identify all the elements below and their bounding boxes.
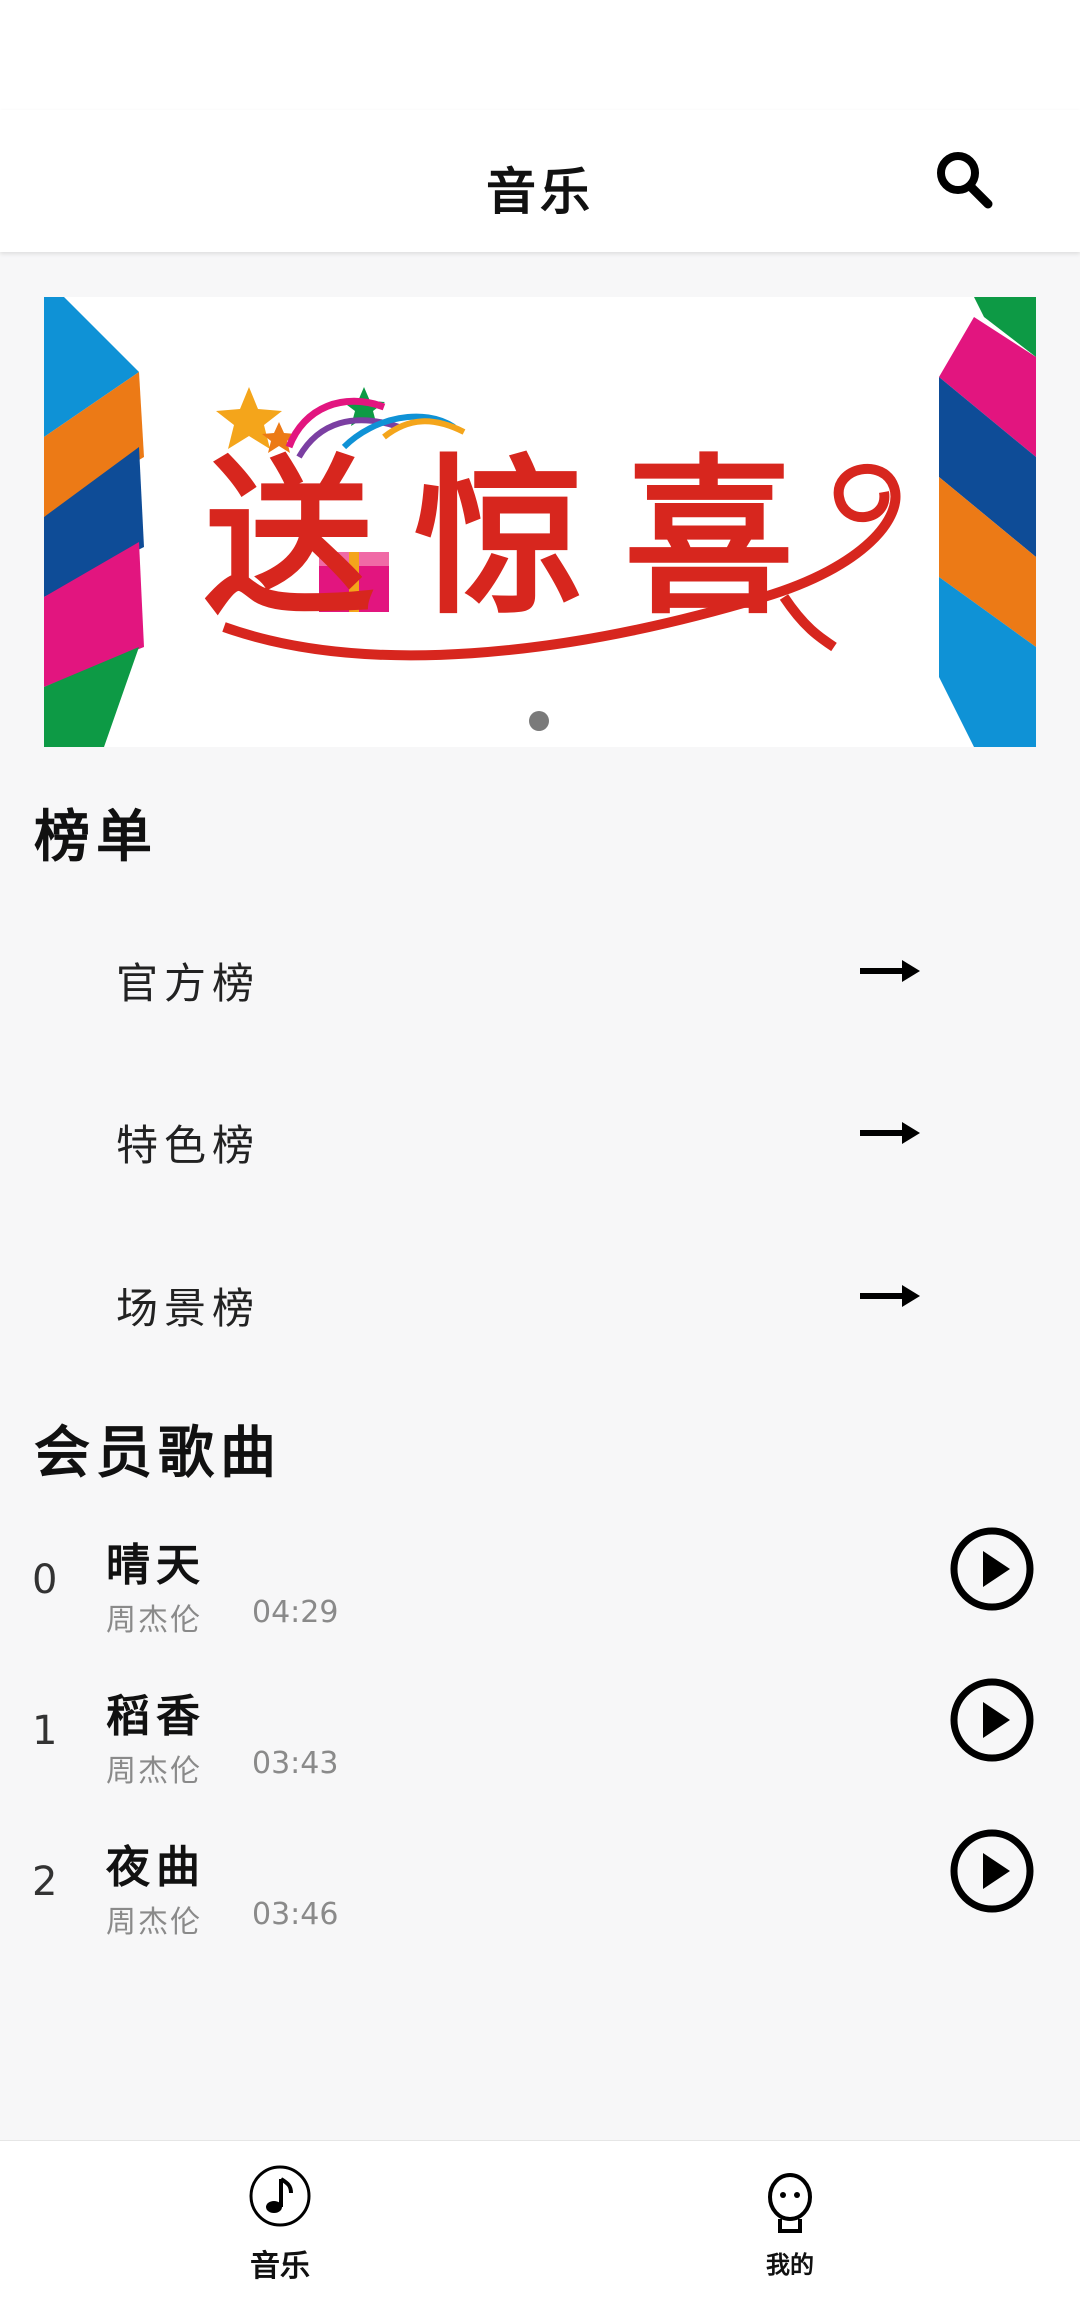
promo-banner[interactable]: 送惊喜 [44, 297, 1036, 747]
banner-image: 送惊喜 [44, 297, 1036, 747]
song-index: 2 [32, 1859, 58, 1905]
rank-label: 场景榜 [116, 1284, 261, 1333]
arrow-right-icon [860, 1122, 920, 1144]
nav-label-profile: 我的 [766, 2251, 814, 2279]
nav-tab-music[interactable]: 音乐 [10, 2141, 550, 2311]
song-row[interactable]: 1 稻香 周杰伦 03:43 [0, 1666, 1080, 1806]
rank-label: 特色榜 [116, 1121, 261, 1170]
play-icon[interactable] [948, 1827, 1036, 1915]
song-index: 1 [32, 1708, 58, 1754]
play-icon[interactable] [948, 1676, 1036, 1764]
page-title: 音乐 [486, 163, 594, 221]
banner-headline: 送惊喜 [204, 438, 834, 638]
rankings-title: 榜单 [34, 805, 158, 870]
status-bar [0, 0, 1080, 110]
song-title: 夜曲 [106, 1842, 206, 1893]
song-artist: 周杰伦 [106, 1905, 202, 1940]
song-row[interactable]: 0 晴天 周杰伦 04:29 [0, 1515, 1080, 1655]
nav-label-music: 音乐 [250, 2249, 310, 2284]
app-bar: 音乐 [0, 110, 1080, 252]
song-row[interactable]: 2 夜曲 周杰伦 03:46 [0, 1817, 1080, 1957]
nav-tab-profile[interactable]: 我的 [520, 2141, 1060, 2311]
play-icon[interactable] [948, 1525, 1036, 1613]
profile-icon [768, 2173, 812, 2233]
search-icon [937, 152, 993, 209]
rank-item-official[interactable]: 官方榜 [0, 916, 1080, 1036]
song-artist: 周杰伦 [106, 1603, 202, 1638]
banner-page-indicator [529, 711, 549, 731]
song-index: 0 [32, 1557, 58, 1603]
rank-label: 官方榜 [116, 959, 261, 1008]
rank-item-featured[interactable]: 特色榜 [0, 1078, 1080, 1198]
search-button[interactable] [930, 146, 1000, 216]
song-duration: 03:43 [252, 1746, 339, 1781]
music-note-icon [249, 2165, 311, 2227]
song-duration: 04:29 [252, 1595, 339, 1630]
song-duration: 03:46 [252, 1897, 339, 1932]
rank-item-scene[interactable]: 场景榜 [0, 1241, 1080, 1361]
song-artist: 周杰伦 [106, 1754, 202, 1789]
song-title: 稻香 [106, 1691, 206, 1742]
song-title: 晴天 [106, 1540, 206, 1591]
vip-songs-title: 会员歌曲 [34, 1421, 282, 1486]
arrow-right-icon [860, 960, 920, 982]
bottom-nav: 音乐 我的 [0, 2140, 1080, 2311]
arrow-right-icon [860, 1285, 920, 1307]
